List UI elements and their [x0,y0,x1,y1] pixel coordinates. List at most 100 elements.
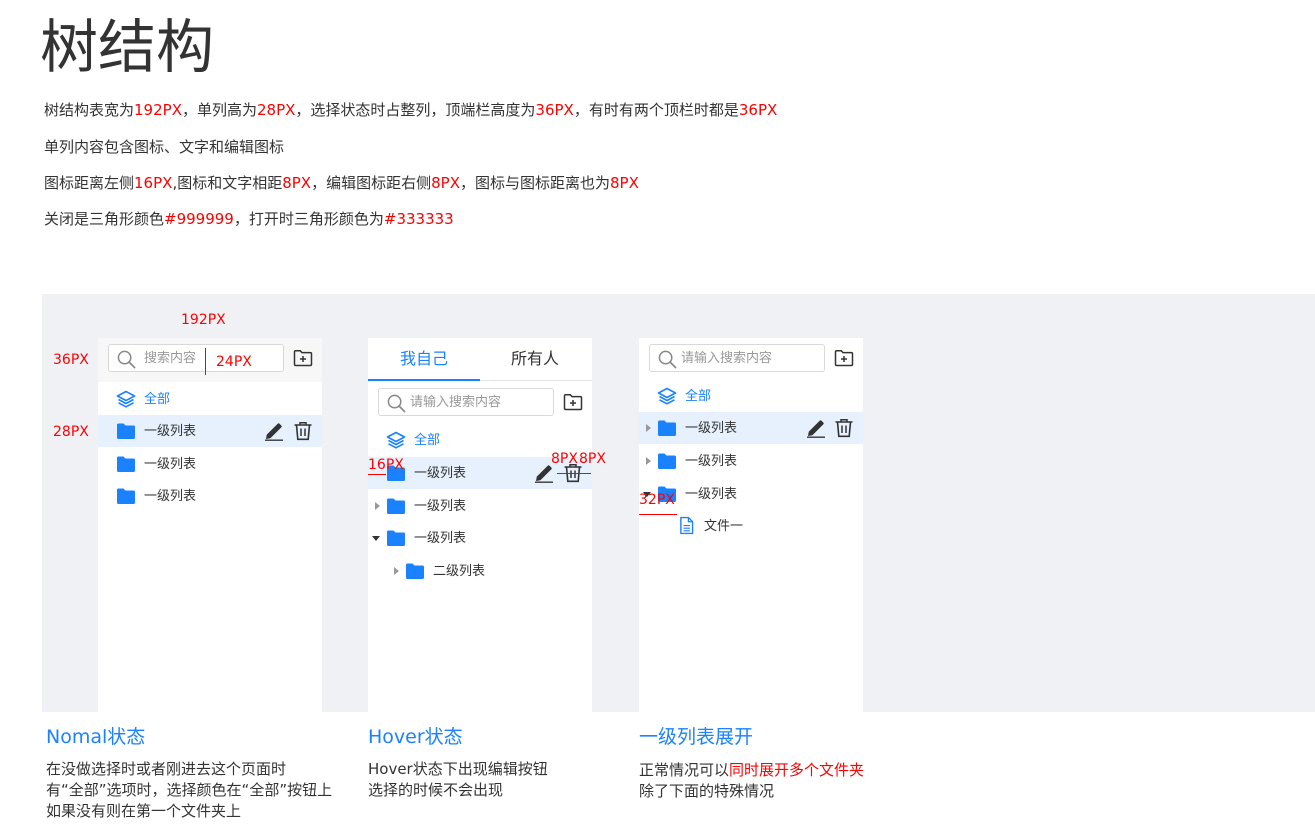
tree-item-label: 一级列表 [414,466,467,481]
caption-title-hover: Hover状态 [368,726,463,748]
annotation-line [639,514,677,515]
description-line: 树结构表宽为192PX，单列高为28PX，选择状态时占整列，顶端栏高度为36PX… [44,100,777,120]
add-folder-icon[interactable] [293,349,313,367]
folder-icon [386,497,406,515]
tree-item-label: 文件一 [704,519,744,534]
description-text: 单列内容包含图标、文字和编辑图标 [44,138,285,156]
tree-item-label: 全部 [144,392,171,407]
tree-item-label: 全部 [414,433,441,448]
tree-item-label: 一级列表 [685,487,738,502]
description-text: ，打开时三角形颜色为 [233,210,384,228]
tree-item-child[interactable]: 二级列表 [368,555,592,587]
search-input[interactable]: 请输入搜索内容 [378,388,554,416]
annotation-left-padding: 16PX [368,457,404,473]
caption-text: 正常情况可以同时展开多个文件夹 [639,760,864,780]
annotation-line [205,348,206,375]
description-text: ，有时有两个顶栏时都是 [573,101,739,119]
tree-item-all[interactable]: 全部 [639,380,863,412]
tab-mine[interactable]: 我自己 [400,349,448,369]
caption-text: 如果没有则在第一个文件夹上 [46,802,242,820]
description-text: 图标距离左侧 [44,174,135,192]
tree-panel-expanded: 请输入搜索内容 全部 一级列表 一级列表 一级列表 文件一 [639,338,863,712]
folder-icon [116,487,136,505]
description-highlight: #999999 [164,210,234,228]
tree-item-label: 一级列表 [144,489,197,504]
description-highlight: 16PX [134,174,173,192]
description-text: 树结构表宽为 [44,101,135,119]
tab-all[interactable]: 所有人 [511,349,559,369]
triangle-closed-icon[interactable] [646,457,651,465]
caption-text: 选择的时候不会出现 [368,781,504,799]
description-line: 图标距离左侧16PX,图标和文字相距8PX，编辑图标距右侧8PX，图标与图标距离… [44,173,639,193]
tree-item-label: 全部 [685,389,712,404]
tree-item[interactable]: 一级列表 [639,412,863,444]
search-input[interactable]: 搜索内容 [108,344,284,372]
triangle-closed-icon[interactable] [375,502,380,510]
page-title: 树结构 [40,13,215,81]
edit-icon[interactable] [806,418,826,438]
folder-icon [116,422,136,440]
description-highlight: #333333 [383,210,454,228]
caption-title-normal: Nomal状态 [46,726,146,748]
caption-text-prefix: 正常情况可以 [639,761,730,779]
add-folder-icon[interactable] [563,393,583,411]
search-input[interactable]: 请输入搜索内容 [649,344,825,372]
description-highlight: 28PX [256,101,296,119]
tree-item-label: 一级列表 [414,499,467,514]
annotation-width: 192PX [181,312,226,328]
layers-icon [386,431,406,449]
description-text: ，单列高为 [181,101,257,119]
edit-icon[interactable] [264,421,284,441]
triangle-closed-icon[interactable] [646,424,651,432]
annotation-indent: 32PX [639,492,675,508]
tree-item[interactable]: 一级列表 [98,480,322,512]
description-highlight: 192PX [134,101,182,119]
add-folder-icon[interactable] [834,349,854,367]
layers-icon [657,387,677,405]
description-highlight: 8PX [610,174,639,192]
tree-item[interactable]: 一级列表 [639,445,863,477]
search-icon [387,394,406,413]
caption-title-expanded: 一级列表展开 [639,726,754,748]
triangle-open-icon[interactable] [372,536,380,541]
triangle-closed-icon[interactable] [394,567,399,575]
tree-panel-normal: 搜索内容 全部 一级列表 一级列表 一级列表 [98,338,322,712]
description-highlight: 36PX [535,101,574,119]
delete-icon[interactable] [834,418,854,438]
delete-icon[interactable] [293,421,313,441]
caption-text: 除了下面的特殊情况 [639,782,775,800]
layers-icon [116,390,136,408]
tree-panel-hover: 我自己 所有人 请输入搜索内容 全部 一级列表 一级列表 一级列表 二级列表 [368,338,592,712]
tree-header: 请输入搜索内容 [639,338,863,382]
description-line: 关闭是三角形颜色#999999，打开时三角形颜色为#333333 [44,209,454,229]
tree-item[interactable]: 一级列表 [98,448,322,480]
search-placeholder: 请输入搜索内容 [410,395,502,410]
caption-text: 在没做选择时或者刚进去这个页面时 [46,760,287,778]
caption-text-highlight: 同时展开多个文件夹 [729,761,865,779]
tree-item[interactable]: 一级列表 [368,522,592,554]
tree-item-label: 二级列表 [433,564,486,579]
description-text: ，图标与图标距离也为 [459,174,610,192]
folder-icon [657,452,677,470]
search-placeholder: 请输入搜索内容 [681,351,773,366]
folder-icon [405,562,425,580]
tree-item-all[interactable]: 全部 [98,383,322,415]
tree-item-label: 一级列表 [414,531,467,546]
tree-item[interactable]: 一级列表 [98,415,322,447]
tree-item[interactable]: 一级列表 [368,490,592,522]
description-highlight: 8PX [282,174,312,192]
annotation-right-padding: 8PX [579,451,606,467]
folder-icon [386,529,406,547]
caption-text: Hover状态下出现编辑按钮 [368,760,548,778]
tab-bar: 我自己 所有人 [368,338,592,381]
search-placeholder: 搜索内容 [144,351,197,366]
description-highlight: 36PX [738,101,778,119]
annotation-header-height: 36PX [53,352,89,368]
folder-icon [657,419,677,437]
description-text: 关闭是三角形颜色 [44,210,165,228]
description-highlight: 8PX [431,174,460,192]
tree-item-label: 一级列表 [685,421,738,436]
search-icon [658,350,677,369]
file-icon [679,516,694,535]
description-line: 单列内容包含图标、文字和编辑图标 [44,137,284,157]
